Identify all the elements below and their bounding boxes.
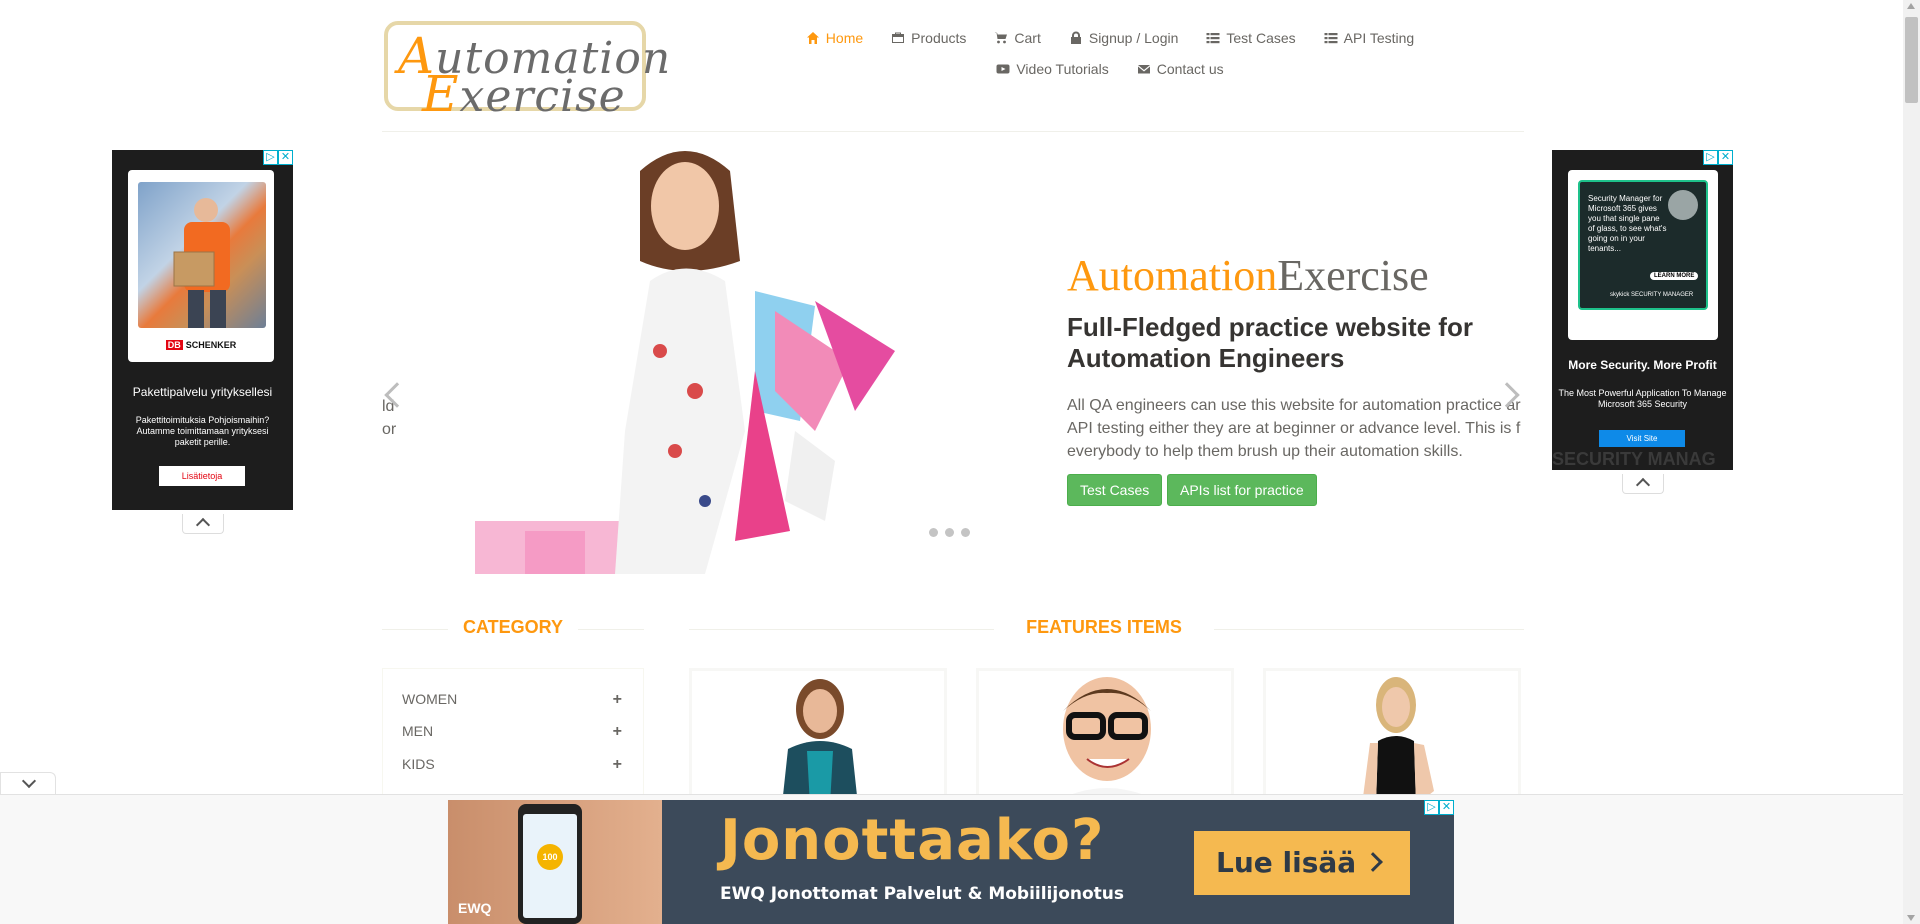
right-ad-background-text: SECURITY MANAG — [1552, 449, 1716, 469]
scroll-down-arrow-icon[interactable] — [1907, 915, 1915, 921]
category-title: CATEGORY — [462, 617, 563, 637]
chevron-up-icon — [1635, 477, 1651, 493]
chevron-left-icon — [384, 382, 410, 408]
slider-dot[interactable] — [945, 528, 954, 537]
right-ad-button[interactable]: Visit Site — [1599, 430, 1685, 447]
bottom-ad-collapse-button[interactable] — [0, 772, 56, 794]
right-ad-quote-panel: Security Manager for Microsoft 365 gives… — [1578, 180, 1708, 310]
nav-home[interactable]: Home — [806, 28, 863, 48]
queue-number-badge: 100 — [537, 844, 563, 870]
product-image — [1362, 677, 1434, 805]
product-card[interactable] — [976, 668, 1234, 808]
chevron-right-icon — [1363, 852, 1383, 872]
nav-signup-login[interactable]: Signup / Login — [1069, 28, 1178, 48]
slider-prev-button[interactable] — [382, 378, 410, 412]
right-ad-quote: Security Manager for Microsoft 365 gives… — [1588, 194, 1667, 253]
nav-products[interactable]: Products — [891, 28, 966, 48]
hero-description: All QA engineers can use this website fo… — [1067, 397, 1521, 460]
ad-info-icon[interactable]: ▷ — [1424, 800, 1439, 815]
hero-title: AutomationExercise — [1067, 251, 1429, 300]
left-ad-card: DB SCHENKER — [128, 170, 274, 362]
hero-heading: Full-Fledged practice website for Automa… — [1067, 312, 1473, 373]
apis-list-button[interactable]: APIs list for practice — [1167, 474, 1317, 506]
nav-api-testing[interactable]: API Testing — [1324, 28, 1414, 48]
products-icon — [892, 32, 905, 43]
chevron-up-icon — [195, 517, 211, 533]
ad-phone-image: 100 EWQ — [448, 800, 662, 924]
scroll-thumb[interactable] — [1905, 17, 1918, 103]
divider — [382, 629, 448, 630]
slider-dot[interactable] — [929, 528, 938, 537]
ad-close-icon[interactable]: ✕ — [278, 150, 293, 165]
product-image — [1049, 677, 1165, 805]
bottom-ad-headline: Jonottaako? — [720, 808, 1105, 873]
test-cases-button[interactable]: Test Cases — [1067, 474, 1163, 506]
lock-icon — [1070, 31, 1081, 44]
ad-choices-badge[interactable]: ▷ ✕ — [1703, 150, 1733, 165]
slider-next-button[interactable] — [1494, 378, 1520, 412]
cart-icon — [994, 32, 1008, 44]
divider — [578, 629, 644, 630]
vertical-scrollbar[interactable] — [1903, 0, 1920, 924]
chevron-down-icon — [21, 773, 37, 789]
right-ad-title: More Security. More Profit — [1568, 358, 1717, 372]
divider — [1214, 629, 1524, 630]
slider-dot[interactable] — [961, 528, 970, 537]
nav-cart[interactable]: Cart — [994, 28, 1041, 48]
plus-icon[interactable]: + — [613, 723, 622, 741]
features-items-title: FEATURES ITEMS — [1026, 617, 1182, 637]
bottom-ad-subline: EWQ Jonottomat Palvelut & Mobiilijonotus — [720, 884, 1125, 904]
category-kids[interactable]: KIDS + — [402, 756, 622, 774]
logo-line2: Exercise — [422, 65, 626, 123]
product-image — [782, 679, 858, 805]
left-side-ad[interactable]: DB SCHENKER Pakettipalvelu yrityksellesi … — [112, 150, 293, 510]
list-icon — [1206, 33, 1220, 44]
category-panel: WOMEN + MEN + KIDS + — [382, 668, 644, 808]
ad-close-icon[interactable]: ✕ — [1718, 150, 1733, 165]
youtube-icon — [996, 64, 1010, 74]
bottom-ad-cta-button[interactable]: Lue lisää — [1194, 831, 1410, 895]
right-ad-collapse-button[interactable] — [1622, 474, 1664, 494]
product-card[interactable] — [1263, 668, 1521, 808]
ad-info-icon[interactable]: ▷ — [263, 150, 278, 165]
site-logo[interactable]: Automation Exercise — [384, 21, 670, 123]
phone-screen: 100 — [523, 814, 577, 918]
ad-close-icon[interactable]: ✕ — [1439, 800, 1454, 815]
ad-photo-delivery-man — [138, 182, 266, 328]
right-ad-card: Security Manager for Microsoft 365 gives… — [1568, 170, 1718, 340]
left-ad-button[interactable]: Lisätietoja — [159, 466, 245, 486]
bottom-banner-ad[interactable]: 100 EWQ Jonottaako? EWQ Jonottomat Palve… — [448, 800, 1454, 924]
ad-info-icon[interactable]: ▷ — [1703, 150, 1718, 165]
envelope-icon — [1137, 65, 1150, 74]
plus-icon[interactable]: + — [613, 756, 622, 774]
left-ad-collapse-button[interactable] — [182, 514, 224, 534]
hero-image-girl-with-shopping-bags — [455, 131, 935, 574]
phone-body: 100 — [518, 804, 582, 924]
ad-choices-badge[interactable]: ▷ ✕ — [1424, 800, 1454, 815]
nav-video-tutorials[interactable]: Video Tutorials — [996, 59, 1109, 79]
category-women[interactable]: WOMEN + — [402, 691, 622, 709]
right-side-ad[interactable]: SECURITY MANAG Security Manager for Micr… — [1552, 150, 1733, 470]
ad-choices-badge[interactable]: ▷ ✕ — [263, 150, 293, 165]
ad-brand-schenker: DB SCHENKER — [165, 340, 237, 350]
ad-avatar — [1668, 190, 1698, 220]
divider — [689, 629, 994, 630]
right-ad-brand: skykick SECURITY MANAGER — [1610, 292, 1694, 298]
right-ad-text: The Most Powerful Application To Manage … — [1558, 388, 1727, 409]
left-ad-title: Pakettipalvelu yrityksellesi — [132, 385, 273, 399]
home-icon — [806, 32, 819, 44]
nav-contact-us[interactable]: Contact us — [1137, 59, 1224, 79]
page: Automation Exercise Home Products Cart S… — [0, 0, 1920, 924]
nav-test-cases[interactable]: Test Cases — [1206, 28, 1296, 48]
left-ad-text: Pakettitoimituksia Pohjoismaihin? Autamm… — [135, 415, 270, 447]
slider-indicators — [929, 528, 970, 537]
scroll-up-arrow-icon[interactable] — [1907, 3, 1915, 9]
category-men[interactable]: MEN + — [402, 723, 622, 741]
main-nav: Home Products Cart Signup / Login Test C… — [780, 28, 1440, 79]
plus-icon[interactable]: + — [613, 691, 622, 709]
product-card[interactable] — [689, 668, 947, 808]
list-icon — [1324, 33, 1338, 44]
right-ad-learn-more[interactable]: LEARN MORE — [1650, 272, 1699, 280]
ad-brand-ewq: EWQ — [458, 900, 492, 916]
